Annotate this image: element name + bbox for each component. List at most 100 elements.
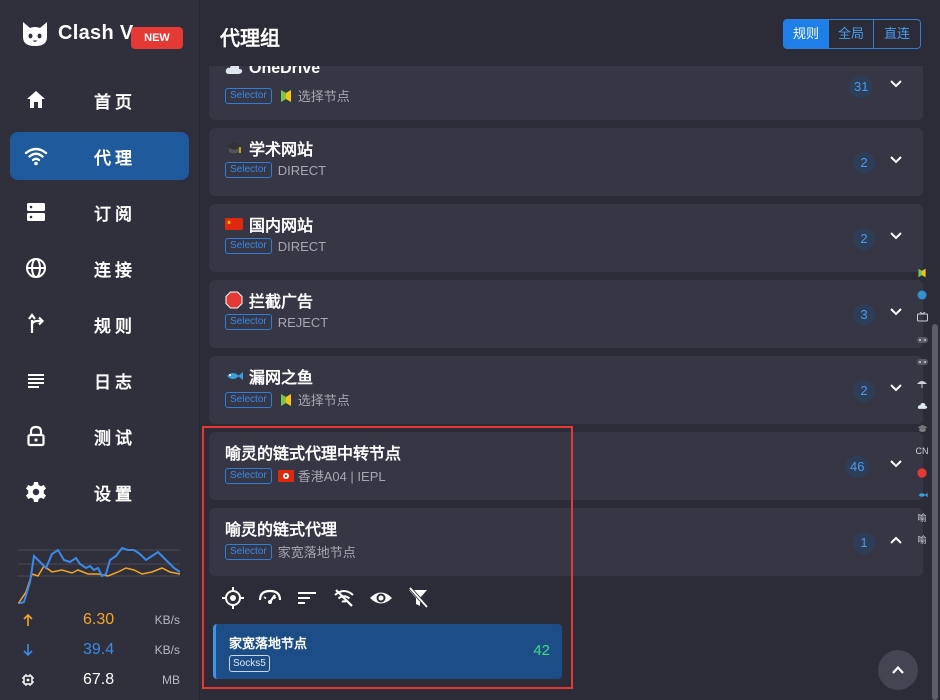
memory-unit: MB [162, 673, 180, 687]
mode-rule-button[interactable]: 规则 [784, 20, 829, 48]
china-flag-icon [225, 218, 243, 230]
gamepad-icon [916, 358, 928, 365]
chevron-down-icon[interactable] [889, 457, 903, 471]
mode-global-button[interactable]: 全局 [829, 20, 874, 48]
index-item[interactable] [913, 306, 931, 328]
eye-icon[interactable] [369, 586, 393, 610]
locate-icon[interactable] [221, 586, 245, 610]
sidebar-item-rules[interactable]: 规则 [10, 300, 189, 348]
group-title: OneDrive [225, 66, 320, 78]
sidebar-item-logs[interactable]: 日志 [10, 356, 189, 404]
traffic-chart [18, 546, 180, 604]
sidebar-item-label: 订阅 [94, 204, 136, 224]
index-item-cn[interactable]: CN [913, 440, 931, 462]
sidebar-item-test[interactable]: 测试 [10, 412, 189, 460]
index-item[interactable] [913, 395, 931, 417]
proxy-group-card[interactable]: 漏网之鱼 Selector 选择节点 2 [209, 356, 923, 424]
sidebar-item-home[interactable]: 首页 [10, 76, 189, 124]
sidebar: Clash V NEW 首页 代理 订阅 连接 规则 日志 测试 设置 6.30… [0, 0, 200, 700]
globe-icon [26, 258, 46, 278]
index-item[interactable] [913, 351, 931, 373]
filter-off-icon[interactable] [332, 586, 356, 610]
group-meta: Selector 香港A04 | IEPL [225, 466, 386, 485]
proxy-node-card[interactable]: 家宽落地节点 Socks5 42 [213, 624, 562, 679]
group-meta: Selector DIRECT [225, 162, 326, 178]
proxy-group-card[interactable]: OneDrive Selector 选择节点 31 [209, 66, 923, 120]
group-title: 喻灵的链式代理 [225, 516, 337, 540]
proxy-group-card[interactable]: 喻灵的链式代理中转节点 Selector 香港A04 | IEPL 46 [209, 432, 923, 500]
proxy-node-type: Socks5 [229, 655, 270, 672]
index-item[interactable] [913, 329, 931, 351]
index-item-yu[interactable]: 喻 [913, 528, 931, 550]
chevron-down-icon[interactable] [889, 77, 903, 91]
fish-icon [918, 492, 928, 498]
app-name: Clash V [58, 21, 134, 44]
group-meta: Selector 选择节点 [225, 390, 350, 409]
sidebar-item-label: 测试 [94, 428, 136, 448]
index-item[interactable] [913, 284, 931, 306]
funnel-off-icon[interactable] [406, 586, 430, 610]
proxy-group-card[interactable]: 国内网站 Selector DIRECT 2 [209, 204, 923, 272]
upload-unit: KB/s [154, 613, 180, 627]
proxy-group-card[interactable]: 学术网站 Selector DIRECT 2 [209, 128, 923, 196]
group-name: 漏网之鱼 [249, 370, 314, 387]
group-meta: Selector REJECT [225, 314, 328, 330]
sidebar-item-proxy[interactable]: 代理 [10, 132, 189, 180]
download-unit: KB/s [154, 643, 180, 657]
speed-test-icon[interactable] [258, 586, 282, 610]
proxy-group-list: OneDrive Selector 选择节点 31 学术网站 Selector … [201, 66, 940, 700]
group-selected-proxy: 香港A04 | IEPL [297, 469, 386, 484]
group-count-badge: 1 [853, 532, 875, 554]
scroll-to-top-button[interactable] [878, 650, 918, 690]
sidebar-nav: 首页 代理 订阅 连接 规则 日志 测试 设置 [10, 76, 189, 524]
sort-icon[interactable] [295, 586, 319, 610]
chevron-down-icon[interactable] [889, 305, 903, 319]
fork-icon [28, 313, 45, 333]
group-selected-proxy: DIRECT [277, 162, 327, 178]
sidebar-item-settings[interactable]: 设置 [10, 468, 189, 516]
chevron-up-icon[interactable] [889, 533, 903, 547]
shield-badge-icon [280, 89, 291, 102]
chevron-down-icon[interactable] [889, 229, 903, 243]
sidebar-item-connections[interactable]: 连接 [10, 244, 189, 292]
cat-logo-icon [23, 22, 47, 46]
gamepad-icon [916, 336, 928, 343]
fish-icon [227, 372, 243, 380]
proxy-node-delay[interactable]: 42 [533, 642, 550, 659]
group-name: 国内网站 [249, 218, 314, 235]
app-window: Clash V NEW 首页 代理 订阅 连接 规则 日志 测试 设置 6.30… [0, 0, 940, 700]
page-title: 代理组 [220, 28, 280, 50]
group-title: 拦截广告 [225, 288, 313, 312]
group-type-tag: Selector [225, 314, 272, 330]
proxy-group-card-expanded[interactable]: 喻灵的链式代理 Selector 家宽落地节点 1 [209, 508, 923, 576]
index-item-yu[interactable]: 喻 [913, 506, 931, 528]
umbrella-icon [917, 381, 927, 389]
index-item[interactable] [913, 462, 931, 484]
index-item[interactable] [913, 262, 931, 284]
tv-icon [916, 312, 928, 322]
index-item[interactable] [913, 484, 931, 506]
chevron-down-icon[interactable] [889, 381, 903, 395]
group-count-badge: 2 [853, 152, 875, 174]
mode-direct-button[interactable]: 直连 [874, 20, 920, 48]
index-item[interactable] [913, 373, 931, 395]
sidebar-item-subscription[interactable]: 订阅 [10, 188, 189, 236]
lock-icon [27, 425, 45, 447]
memory-usage: 67.8 [83, 671, 115, 688]
new-badge: NEW [131, 27, 183, 49]
group-type-tag: Selector [225, 543, 272, 560]
proxy-group-card[interactable]: 拦截广告 Selector REJECT 3 [209, 280, 923, 348]
scrollbar[interactable] [932, 324, 938, 700]
cloud-icon [917, 403, 927, 410]
chevron-down-icon[interactable] [889, 153, 903, 167]
graduation-cap-icon [917, 424, 927, 432]
memory-chip-icon [22, 674, 34, 686]
group-type-tag: Selector [225, 391, 272, 408]
sidebar-item-label: 代理 [94, 148, 136, 168]
group-selected-proxy: 选择节点 [297, 393, 350, 408]
arrow-down-icon [23, 644, 33, 657]
group-selected-proxy: REJECT [277, 314, 329, 330]
arrow-up-icon [23, 613, 33, 626]
index-item[interactable] [913, 417, 931, 439]
download-speed: 39.4 [83, 641, 115, 658]
